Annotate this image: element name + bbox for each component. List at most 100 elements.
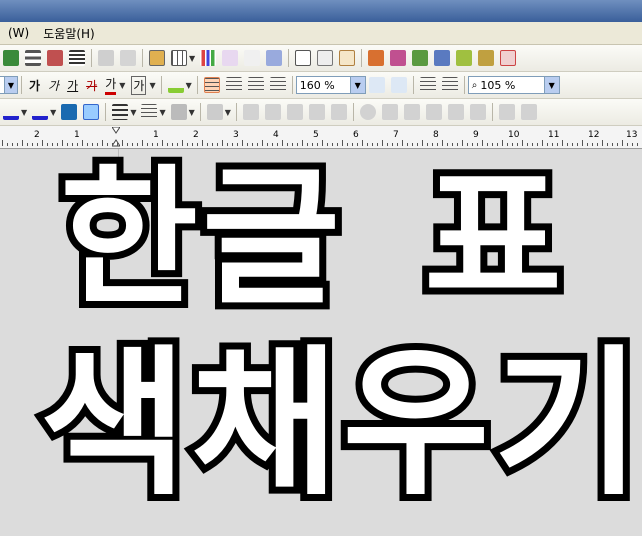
image-icon[interactable]	[469, 104, 486, 120]
underline-button[interactable]: 가	[67, 77, 78, 94]
ruler-tick	[367, 143, 368, 146]
chevron-down-icon[interactable]: ▼	[186, 81, 192, 90]
italic-button[interactable]: 가	[48, 77, 59, 94]
chevron-down-icon[interactable]: ▼	[189, 54, 195, 63]
font-color-button[interactable]: 가	[105, 75, 117, 95]
ruler-tick	[2, 140, 3, 146]
ruler-tick	[582, 140, 583, 146]
ruler-tick	[162, 140, 163, 146]
style-icon[interactable]	[3, 50, 19, 66]
ruler-tick	[532, 143, 533, 146]
format-copy-icon[interactable]	[47, 50, 63, 66]
slide-icon-3[interactable]	[456, 50, 473, 66]
textbox-icon[interactable]	[295, 50, 312, 66]
line-width-icon[interactable]	[112, 104, 129, 120]
indent-marker-icon[interactable]	[112, 127, 120, 147]
hanja-icon[interactable]	[222, 50, 239, 66]
ruler-tick	[377, 143, 378, 146]
separator	[196, 76, 198, 94]
ruler-tick	[292, 143, 293, 146]
line-spacing-combo[interactable]: 160 % ▼	[295, 76, 366, 94]
chevron-down-icon[interactable]: ▼	[543, 77, 559, 93]
chevron-down-icon[interactable]: ▼	[225, 108, 231, 117]
contrast-icon[interactable]	[425, 104, 442, 120]
bring-forward-icon[interactable]	[61, 104, 78, 120]
ungroup-icon[interactable]	[264, 104, 281, 120]
align-right-icon[interactable]	[269, 77, 286, 93]
copy-icon[interactable]	[317, 50, 334, 66]
group-icon[interactable]	[242, 104, 259, 120]
list-icon[interactable]	[69, 50, 85, 66]
line-style-icon[interactable]	[141, 104, 158, 120]
chevron-down-icon[interactable]: ▼	[159, 108, 165, 117]
slide-icon-4[interactable]	[478, 50, 495, 66]
play-icon[interactable]	[447, 104, 464, 120]
chevron-down-icon[interactable]: ▼	[189, 108, 195, 117]
slide-icon-1[interactable]	[412, 50, 429, 66]
crop-icon[interactable]	[330, 104, 347, 120]
ruler-tick	[317, 143, 318, 146]
ruler-tick	[402, 140, 403, 146]
ruler-tick	[122, 140, 123, 146]
brightness-icon[interactable]	[403, 104, 420, 120]
properties-icon[interactable]	[520, 104, 537, 120]
unlink-icon[interactable]	[120, 50, 136, 66]
ruler-tick	[217, 143, 218, 146]
web-icon[interactable]	[500, 50, 517, 66]
indent-decrease-icon[interactable]	[368, 77, 385, 93]
link-icon[interactable]	[98, 50, 114, 66]
numbered-list-icon[interactable]	[419, 77, 436, 93]
strikethrough-button[interactable]: 가	[86, 77, 97, 94]
ruler-tick	[27, 143, 28, 146]
picture-icon[interactable]	[149, 50, 165, 66]
chevron-down-icon[interactable]: ▼	[349, 77, 365, 93]
highlight-icon[interactable]	[167, 77, 184, 93]
presentation-icon[interactable]	[390, 50, 407, 66]
shadow-icon[interactable]	[206, 104, 223, 120]
ruler-tick	[387, 143, 388, 146]
document-heading-line-2: 색채우기	[33, 330, 642, 517]
formula-icon[interactable]	[244, 50, 261, 66]
align-icon[interactable]	[25, 50, 41, 66]
image-effect-icon[interactable]	[381, 104, 398, 120]
zoom-combo[interactable]: ⌕ 105 % ▼	[467, 76, 560, 94]
char-shape-button[interactable]: 가	[131, 75, 147, 95]
chevron-down-icon[interactable]: ▼	[21, 108, 27, 117]
bold-button[interactable]: 가	[29, 77, 40, 94]
chevron-down-icon[interactable]: ▼	[119, 81, 125, 90]
frame-icon[interactable]	[498, 104, 515, 120]
align-center-icon[interactable]	[247, 77, 264, 93]
ruler-tick	[522, 140, 523, 146]
symbol-icon[interactable]	[266, 50, 283, 66]
edit-points-icon[interactable]	[359, 104, 376, 120]
menu-item-help[interactable]: 도움말(H)	[37, 25, 101, 42]
chart-icon[interactable]	[200, 50, 217, 66]
ruler-number: 6	[353, 130, 359, 140]
chevron-down-icon[interactable]: ▼	[4, 77, 17, 93]
ruler-tick	[382, 140, 383, 146]
bullet-list-icon[interactable]	[441, 77, 458, 93]
send-backward-icon[interactable]	[83, 104, 100, 120]
slide-icon-2[interactable]	[434, 50, 451, 66]
title-bar	[0, 0, 642, 22]
arrow-style-icon[interactable]	[170, 104, 187, 120]
chevron-down-icon[interactable]: ▼	[50, 108, 56, 117]
chevron-down-icon[interactable]: ▼	[130, 108, 136, 117]
menu-item-window[interactable]: (W)	[2, 26, 35, 40]
rotate-icon[interactable]	[286, 104, 303, 120]
indent-increase-icon[interactable]	[390, 77, 407, 93]
horizontal-ruler[interactable]: 2 1 1 2 3 4 5 6 7 8 9 10 11 12 13	[0, 126, 642, 149]
ruler-tick	[177, 143, 178, 146]
flip-icon[interactable]	[308, 104, 325, 120]
separator	[105, 103, 107, 121]
table-icon[interactable]	[171, 50, 187, 66]
line-color-icon[interactable]	[3, 104, 19, 120]
bookmark-icon[interactable]	[368, 50, 385, 66]
memo-icon[interactable]	[339, 50, 356, 66]
font-combo[interactable]: ▼	[0, 76, 18, 94]
fill-color-icon[interactable]	[32, 104, 49, 120]
align-left-icon[interactable]	[225, 77, 242, 93]
align-justify-icon[interactable]	[203, 77, 220, 93]
chevron-down-icon[interactable]: ▼	[149, 81, 155, 90]
ruler-tick	[37, 143, 38, 146]
